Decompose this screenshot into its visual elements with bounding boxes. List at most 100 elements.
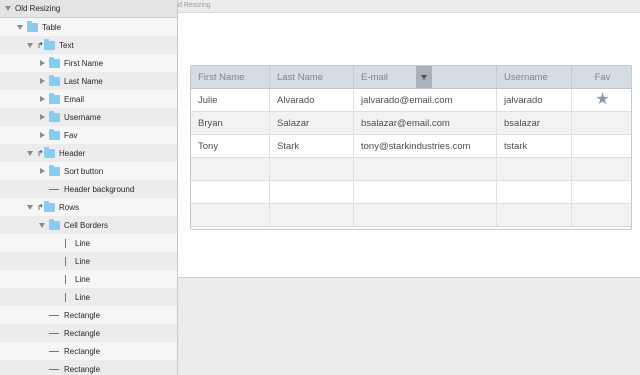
layer-item-label: Username	[64, 112, 101, 122]
cell-fav[interactable]	[572, 158, 631, 180]
header-first-name[interactable]: First Name	[191, 66, 270, 88]
layer-item[interactable]: Rectangle	[0, 360, 177, 375]
layer-item[interactable]: Table	[0, 18, 177, 36]
cell-username[interactable]	[497, 181, 572, 203]
layer-item[interactable]: Rectangle	[0, 342, 177, 360]
layer-item[interactable]: Last Name	[0, 72, 177, 90]
header-fav[interactable]: Fav	[572, 66, 631, 88]
cell-email[interactable]	[354, 204, 497, 226]
table-row[interactable]: Bryan Salazar bsalazar@email.com bsalazar	[191, 112, 631, 135]
vertical-line-icon	[65, 274, 66, 284]
layer-item-label: Line	[75, 292, 91, 302]
data-table[interactable]: First Name Last Name E-mail Username Fav…	[190, 65, 632, 230]
folder-icon	[27, 20, 38, 32]
layer-item-label: Header	[59, 148, 86, 158]
cell-fav[interactable]: ★	[572, 89, 631, 111]
cell-username[interactable]	[497, 158, 572, 180]
artboard-label[interactable]: d Resizing	[178, 2, 211, 9]
layer-item[interactable]: Old Resizing	[0, 0, 177, 18]
cell-fav[interactable]	[572, 181, 631, 203]
layer-item-label: Rectangle	[64, 364, 101, 374]
layer-item-label: Email	[64, 94, 85, 104]
disclosure-closed-icon[interactable]	[38, 167, 46, 175]
folder-icon	[49, 164, 60, 176]
disclosure-open-icon[interactable]	[38, 221, 46, 229]
cell-email[interactable]: tony@starkindustries.com	[354, 135, 497, 157]
shape-line-icon	[49, 314, 59, 316]
cell-first-name[interactable]	[191, 158, 270, 180]
disclosure-closed-icon[interactable]	[38, 131, 46, 139]
layer-item-label: Rectangle	[64, 328, 101, 338]
shape-line-icon	[49, 188, 59, 190]
table-row[interactable]: Tony Stark tony@starkindustries.com tstark	[191, 135, 631, 158]
folder-icon	[49, 218, 60, 230]
disclosure-closed-icon[interactable]	[38, 77, 46, 85]
cell-last-name[interactable]: Stark	[270, 135, 354, 157]
cell-email[interactable]	[354, 158, 497, 180]
header-email[interactable]: E-mail	[354, 66, 497, 88]
cell-last-name[interactable]	[270, 158, 354, 180]
table-row[interactable]	[191, 181, 631, 204]
cell-email[interactable]: bsalazar@email.com	[354, 112, 497, 134]
cell-username[interactable]: tstark	[497, 135, 572, 157]
cell-first-name[interactable]	[191, 204, 270, 226]
header-username[interactable]: Username	[497, 66, 572, 88]
layer-item[interactable]: First Name	[0, 54, 177, 72]
layer-item[interactable]: Username	[0, 108, 177, 126]
layer-item[interactable]: Rectangle	[0, 324, 177, 342]
disclosure-closed-icon[interactable]	[38, 113, 46, 121]
folder-icon	[49, 56, 60, 68]
disclosure-closed-icon[interactable]	[38, 59, 46, 67]
cell-last-name[interactable]	[270, 181, 354, 203]
cell-last-name[interactable]: Salazar	[270, 112, 354, 134]
cell-first-name[interactable]: Bryan	[191, 112, 270, 134]
table-row[interactable]: Julie Alvarado jalvarado@email.com jalvarad…	[191, 89, 631, 112]
layer-item[interactable]: ↱ Rows	[0, 198, 177, 216]
header-last-name-label: Last Name	[277, 71, 323, 83]
layer-item-label: Line	[75, 238, 91, 248]
cell-username[interactable]: bsalazar	[497, 112, 572, 134]
star-icon[interactable]: ★	[595, 92, 609, 108]
cell-fav[interactable]	[572, 135, 631, 157]
layer-item[interactable]: Header background	[0, 180, 177, 198]
disclosure-open-icon[interactable]	[4, 5, 12, 13]
layer-item[interactable]: Cell Borders	[0, 216, 177, 234]
layer-item[interactable]: Email	[0, 90, 177, 108]
layer-item[interactable]: Rectangle	[0, 306, 177, 324]
header-last-name[interactable]: Last Name	[270, 66, 432, 88]
layer-item[interactable]: Fav	[0, 126, 177, 144]
folder-icon	[49, 128, 60, 140]
cell-username[interactable]	[497, 204, 572, 226]
layer-item[interactable]: Line	[0, 288, 177, 306]
cell-fav[interactable]	[572, 112, 631, 134]
disclosure-open-icon[interactable]	[26, 149, 34, 157]
cell-last-name[interactable]: Alvarado	[270, 89, 354, 111]
layer-item-label: Header background	[64, 184, 135, 194]
cell-first-name[interactable]: Julie	[191, 89, 270, 111]
cell-fav[interactable]	[572, 204, 631, 226]
layer-item[interactable]: ↱ Header	[0, 144, 177, 162]
disclosure-open-icon[interactable]	[26, 203, 34, 211]
canvas[interactable]: d Resizing First Name Last Name E-mail U…	[178, 0, 640, 375]
disclosure-open-icon[interactable]	[26, 41, 34, 49]
table-row[interactable]	[191, 158, 631, 181]
disclosure-open-icon[interactable]	[16, 23, 24, 31]
cell-first-name[interactable]: Tony	[191, 135, 270, 157]
table-header: First Name Last Name E-mail Username Fav	[191, 66, 631, 89]
layer-item[interactable]: Line	[0, 234, 177, 252]
layer-item[interactable]: Line	[0, 252, 177, 270]
table-row[interactable]	[191, 204, 631, 227]
disclosure-closed-icon[interactable]	[38, 95, 46, 103]
layer-item[interactable]: Sort button	[0, 162, 177, 180]
cell-email[interactable]	[354, 181, 497, 203]
cell-email[interactable]: jalvarado@email.com	[354, 89, 497, 111]
layer-item[interactable]: Line	[0, 270, 177, 288]
cell-first-name[interactable]	[191, 181, 270, 203]
layer-item[interactable]: ↱ Text	[0, 36, 177, 54]
folder-icon	[44, 200, 55, 212]
mask-arrow-icon: ↱	[37, 148, 44, 158]
cell-username[interactable]: jalvarado	[497, 89, 572, 111]
artboard[interactable]: First Name Last Name E-mail Username Fav…	[178, 12, 640, 278]
cell-last-name[interactable]	[270, 204, 354, 226]
layer-item-label: Line	[75, 274, 91, 284]
